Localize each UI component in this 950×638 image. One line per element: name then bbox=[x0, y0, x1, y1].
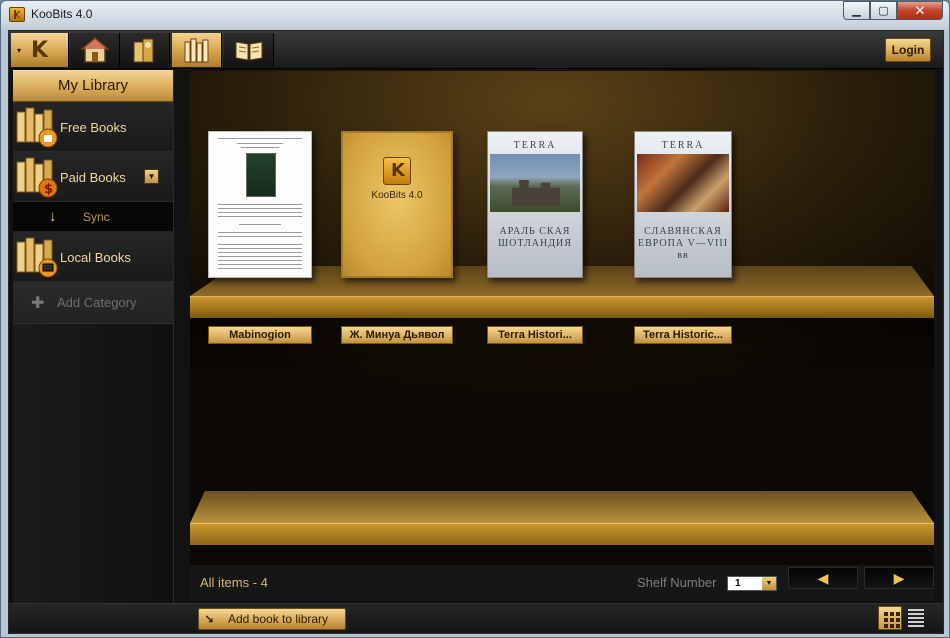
book-cover[interactable]: TERRA АРАЛЬ СКАЯ ШОТЛАНДИЯ bbox=[487, 131, 583, 278]
sidebar-item-sync[interactable]: ↓ Sync bbox=[13, 202, 173, 232]
book-title-label[interactable]: Terra Historic... bbox=[634, 326, 732, 344]
local-books-icon bbox=[16, 237, 58, 278]
shelf-front bbox=[190, 523, 934, 545]
cover-text: KooBits 4.0 bbox=[371, 190, 423, 201]
shelf-front bbox=[190, 296, 934, 318]
plus-icon: ✚ bbox=[31, 294, 45, 312]
koobits-logo-icon: K bbox=[30, 37, 49, 63]
shelf-surface bbox=[190, 491, 934, 523]
bottom-bar: ↘ Add book to library bbox=[9, 603, 943, 633]
arrow-down-icon: ↓ bbox=[49, 208, 57, 225]
add-book-label: Add book to library bbox=[228, 612, 329, 626]
library-button[interactable] bbox=[172, 33, 222, 67]
book-cover[interactable]: TERRA СЛАВЯНСКАЯ ЕВРОПА V—VIII вв bbox=[634, 131, 732, 278]
book-title-label[interactable]: Mabinogion bbox=[208, 326, 312, 344]
window-controls: ▁ ▢ ✕ bbox=[843, 1, 943, 20]
home-icon bbox=[79, 37, 110, 63]
cover-illustration bbox=[490, 154, 580, 212]
login-button[interactable]: Login bbox=[885, 38, 931, 62]
bookshelf-area: KooBits 4.0 TERRA АРАЛЬ СКАЯ ШОТЛАНДИЯ T… bbox=[190, 71, 934, 565]
cover-series: TERRA bbox=[513, 140, 557, 151]
app-content: ▾ K Login My Library Free Books $ Paid B… bbox=[8, 30, 944, 634]
add-book-button[interactable]: ↘ Add book to library bbox=[198, 608, 346, 630]
close-button[interactable]: ✕ bbox=[897, 1, 943, 20]
shelf-number-label: Shelf Number bbox=[637, 575, 717, 590]
sidebar-item-label: Local Books bbox=[60, 250, 131, 265]
paid-books-icon: $ bbox=[16, 157, 58, 198]
title-bar[interactable]: KooBits 4.0 ▁ ▢ ✕ bbox=[1, 1, 949, 29]
import-arrow-icon: ↘ bbox=[204, 612, 215, 626]
minimize-button[interactable]: ▁ bbox=[843, 1, 870, 20]
cover-series: TERRA bbox=[661, 140, 705, 151]
sidebar: My Library Free Books $ Paid Books ▼ ↓ S… bbox=[13, 70, 174, 632]
koobits-logo-icon bbox=[383, 157, 411, 185]
toolbar: ▾ K Login bbox=[9, 31, 943, 69]
next-shelf-button[interactable]: ▶ bbox=[864, 567, 934, 589]
koobits-menu-button[interactable]: ▾ K bbox=[11, 33, 69, 67]
shelf-status-bar: All items - 4 Shelf Number 1 ▼ ◀ ▶ bbox=[190, 565, 934, 601]
book-title-label[interactable]: Terra Histori... bbox=[487, 326, 583, 344]
add-category-label: Add Category bbox=[57, 295, 137, 310]
reader-icon bbox=[133, 38, 153, 63]
cover-illustration bbox=[637, 154, 729, 212]
grid-view-button[interactable] bbox=[878, 606, 902, 630]
book-cover[interactable]: KooBits 4.0 bbox=[341, 131, 453, 278]
paid-books-dropdown-button[interactable]: ▼ bbox=[144, 169, 159, 184]
sidebar-item-free-books[interactable]: Free Books bbox=[13, 102, 173, 152]
maximize-button[interactable]: ▢ bbox=[870, 1, 897, 20]
sidebar-item-label: Sync bbox=[83, 209, 110, 224]
shelf-number-select[interactable]: 1 ▼ bbox=[727, 576, 777, 591]
shelf-number-value: 1 bbox=[735, 578, 741, 589]
sidebar-item-paid-books[interactable]: $ Paid Books ▼ bbox=[13, 152, 173, 202]
app-icon bbox=[9, 7, 25, 22]
chevron-down-icon: ▾ bbox=[17, 46, 22, 55]
free-books-icon bbox=[16, 107, 58, 148]
previous-shelf-button[interactable]: ◀ bbox=[788, 567, 858, 589]
book-title-label[interactable]: Ж. Минуа Дьявол bbox=[341, 326, 453, 344]
cover-title: СЛАВЯНСКАЯ ЕВРОПА V—VIII вв bbox=[637, 226, 729, 261]
reader-button[interactable] bbox=[120, 33, 170, 67]
list-view-button[interactable] bbox=[908, 609, 924, 627]
window-title: KooBits 4.0 bbox=[31, 7, 93, 21]
sidebar-item-local-books[interactable]: Local Books bbox=[13, 232, 173, 282]
open-book-icon bbox=[235, 41, 262, 61]
sidebar-item-label: Paid Books bbox=[60, 170, 126, 185]
chevron-down-icon: ▼ bbox=[762, 577, 776, 590]
add-category-button[interactable]: ✚ Add Category bbox=[13, 282, 173, 324]
open-book-button[interactable] bbox=[224, 33, 274, 67]
app-window: KooBits 4.0 ▁ ▢ ✕ ▾ K Login My Library F… bbox=[0, 0, 950, 638]
sidebar-item-label: Free Books bbox=[60, 120, 127, 135]
my-library-header: My Library bbox=[13, 70, 173, 102]
cover-title: АРАЛЬ СКАЯ ШОТЛАНДИЯ bbox=[498, 226, 572, 249]
home-button[interactable] bbox=[70, 33, 120, 67]
cover-illustration bbox=[246, 153, 276, 197]
item-count: All items - 4 bbox=[200, 575, 268, 590]
svg-text:$: $ bbox=[44, 182, 53, 197]
book-cover[interactable] bbox=[208, 131, 312, 278]
library-icon bbox=[184, 38, 208, 63]
